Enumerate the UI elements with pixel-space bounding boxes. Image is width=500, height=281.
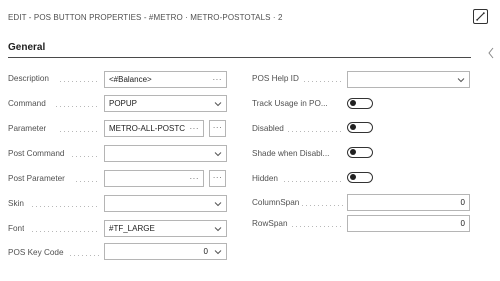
description-label: Description — [8, 74, 49, 83]
command-value: POPUP — [109, 99, 138, 108]
toggle-knob — [350, 149, 356, 156]
dot-leader — [292, 226, 344, 227]
post-command-select[interactable] — [104, 145, 227, 162]
dot-leader — [302, 205, 344, 206]
post-parameter-label: Post Parameter — [8, 174, 65, 183]
column-span-label: ColumnSpan — [252, 198, 300, 207]
row-span-value: 0 — [460, 219, 465, 228]
dot-leader — [60, 81, 100, 82]
toggle-knob — [350, 124, 356, 131]
chevron-down-icon — [214, 202, 222, 207]
fasttab-title[interactable]: General — [8, 42, 45, 53]
pos-help-id-label: POS Help ID — [252, 74, 299, 83]
dot-leader — [304, 81, 344, 82]
collapse-icon — [476, 12, 485, 21]
dot-leader — [76, 181, 100, 182]
parameter-label: Parameter — [8, 124, 47, 133]
font-label: Font — [8, 224, 25, 233]
toggle-knob — [350, 100, 356, 107]
row-span-label: RowSpan — [252, 219, 288, 228]
ellipsis-icon[interactable]: ··· — [190, 171, 200, 186]
font-select[interactable]: #TF_LARGE — [104, 220, 227, 237]
dot-leader — [60, 131, 100, 132]
post-command-label: Post Command — [8, 149, 65, 158]
row-span-field[interactable]: 0 — [347, 215, 470, 232]
disabled-label: Disabled — [252, 124, 284, 133]
pos-key-code-select[interactable]: 0 — [104, 243, 227, 260]
chevron-left-icon[interactable] — [486, 46, 496, 60]
parameter-assist-button[interactable]: ··· — [209, 120, 226, 137]
disabled-toggle[interactable] — [347, 122, 373, 133]
hidden-label: Hidden — [252, 174, 278, 183]
command-label: Command — [8, 99, 46, 108]
shade-when-disabled-label: Shade when Disabl... — [252, 149, 330, 158]
page-caption: EDIT - POS BUTTON PROPERTIES - #METRO · … — [8, 13, 283, 22]
collapse-button[interactable] — [473, 9, 488, 24]
description-field[interactable]: <#Balance> ··· — [104, 71, 227, 88]
ellipsis-icon[interactable]: ··· — [213, 72, 223, 87]
dot-leader — [72, 156, 100, 157]
skin-label: Skin — [8, 199, 24, 208]
description-value: <#Balance> — [109, 75, 152, 84]
column-span-value: 0 — [460, 198, 465, 207]
parameter-field[interactable]: METRO-ALL-POSTC ··· — [104, 120, 204, 137]
shade-when-disabled-toggle[interactable] — [347, 147, 373, 158]
hidden-toggle[interactable] — [347, 172, 373, 183]
dot-leader — [70, 255, 100, 256]
pos-help-id-select[interactable] — [347, 71, 470, 88]
page-header: EDIT - POS BUTTON PROPERTIES - #METRO · … — [0, 0, 500, 36]
post-parameter-field[interactable]: ··· — [104, 170, 204, 187]
dot-leader — [56, 106, 100, 107]
chevron-down-icon — [214, 227, 222, 232]
command-select[interactable]: POPUP — [104, 95, 227, 112]
chevron-down-icon — [214, 102, 222, 107]
column-span-field[interactable]: 0 — [347, 194, 470, 211]
track-usage-label: Track Usage in PO... — [252, 99, 328, 108]
toggle-knob — [350, 174, 356, 181]
chevron-down-icon — [457, 78, 465, 83]
dot-leader — [32, 231, 100, 232]
dot-leader — [288, 131, 344, 132]
chevron-down-icon — [214, 250, 222, 255]
fasttab-divider — [8, 57, 471, 58]
skin-select[interactable] — [104, 195, 227, 212]
chevron-down-icon — [214, 152, 222, 157]
font-value: #TF_LARGE — [109, 224, 155, 233]
dot-leader — [32, 206, 100, 207]
dot-leader — [284, 181, 344, 182]
track-usage-toggle[interactable] — [347, 98, 373, 109]
parameter-value: METRO-ALL-POSTC — [109, 124, 186, 133]
pos-key-code-label: POS Key Code — [8, 248, 64, 257]
pos-key-code-value: 0 — [203, 247, 208, 256]
post-parameter-assist-button[interactable]: ··· — [209, 170, 226, 187]
ellipsis-icon[interactable]: ··· — [190, 121, 200, 136]
